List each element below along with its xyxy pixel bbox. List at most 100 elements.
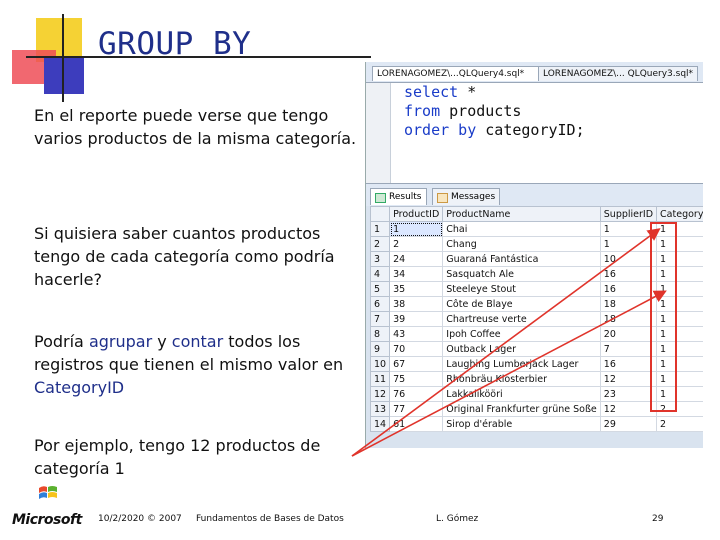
table-cell[interactable]: 16: [599, 356, 658, 372]
query-tabs-bar: LORENAGOMEZ\...QLQuery4.sql* LORENAGOMEZ…: [366, 62, 703, 83]
row-number-cell: 2: [369, 236, 391, 252]
code-text-1: *: [458, 83, 477, 101]
code-keyword-select: select: [404, 83, 459, 101]
tab-messages[interactable]: Messages: [432, 188, 501, 205]
table-cell[interactable]: Outback Lager: [442, 341, 601, 357]
grid-header-supplierid[interactable]: SupplierID: [599, 206, 658, 222]
table-cell[interactable]: 16: [599, 266, 658, 282]
table-cell[interactable]: 20: [599, 326, 658, 342]
tab-results-label: Results: [389, 192, 422, 202]
p3-text-c: y: [152, 332, 172, 351]
table-cell[interactable]: Chartreuse verte: [442, 311, 601, 327]
paragraph-2: Si quisiera saber cuantos productos teng…: [34, 224, 335, 289]
row-number-cell: 6: [369, 296, 391, 312]
table-cell[interactable]: 34: [389, 266, 444, 282]
table-cell[interactable]: Sirop d'érable: [442, 416, 601, 432]
row-number-cell: 12: [369, 386, 391, 402]
row-number-cell: 8: [369, 326, 391, 342]
row-number-cell: 14: [369, 416, 391, 432]
table-cell[interactable]: Guaraná Fantástica: [442, 251, 601, 267]
table-cell[interactable]: 39: [389, 311, 444, 327]
table-cell[interactable]: 38: [389, 296, 444, 312]
category-highlight-box: [650, 222, 677, 412]
table-cell[interactable]: Côte de Blaye: [442, 296, 601, 312]
p3-word-contar: contar: [171, 332, 224, 351]
row-number-cell: 5: [369, 281, 391, 297]
table-cell[interactable]: 10: [599, 251, 658, 267]
editor-gutter: [366, 83, 391, 183]
table-cell[interactable]: 29: [599, 416, 658, 432]
code-keyword-orderby: order by: [404, 121, 477, 139]
footer-page-number: 29: [652, 514, 664, 524]
row-number-cell: 10: [369, 356, 391, 372]
table-cell[interactable]: 76: [389, 386, 444, 402]
table-cell[interactable]: 2: [389, 236, 444, 252]
table-cell[interactable]: 1: [389, 221, 444, 237]
table-cell[interactable]: Lakkalikööri: [442, 386, 601, 402]
results-tabs-bar: Results Messages: [366, 183, 703, 206]
table-cell[interactable]: 16: [599, 281, 658, 297]
windows-flag-icon: [39, 486, 57, 499]
table-cell[interactable]: 7: [599, 341, 658, 357]
table-cell[interactable]: 75: [389, 371, 444, 387]
footer-course: Fundamentos de Bases de Datos: [196, 514, 344, 524]
table-cell[interactable]: 61: [389, 416, 444, 432]
table-cell[interactable]: 18: [599, 311, 658, 327]
row-number-cell: 1: [369, 221, 391, 237]
table-cell[interactable]: 23: [599, 386, 658, 402]
table-cell[interactable]: Chai: [442, 221, 601, 237]
grid-header-productname[interactable]: ProductName: [442, 206, 601, 222]
table-row[interactable]: 14 61 Sirop d'érable 29 2: [369, 416, 703, 432]
sql-code: select * from products order by category…: [404, 83, 585, 140]
row-number-cell: 9: [369, 341, 391, 357]
row-number-cell: 13: [369, 401, 391, 417]
table-cell[interactable]: 18: [599, 296, 658, 312]
table-cell[interactable]: 1: [599, 221, 658, 237]
table-cell[interactable]: 43: [389, 326, 444, 342]
query-editor[interactable]: select * from products order by category…: [366, 83, 703, 183]
paragraph-3: Podría agrupar y contar todos los regist…: [34, 330, 364, 399]
tab-results[interactable]: Results: [370, 188, 427, 205]
row-number-cell: 3: [369, 251, 391, 267]
decor-blue-square: [44, 58, 84, 94]
grid-header-row: ProductID ProductName SupplierID Categor…: [369, 206, 703, 222]
footer-author: L. Gómez: [436, 514, 479, 524]
table-cell[interactable]: 35: [389, 281, 444, 297]
tab-messages-label: Messages: [451, 192, 496, 202]
decor-vertical-line: [62, 14, 64, 102]
grid-header-productid[interactable]: ProductID: [389, 206, 444, 222]
table-cell[interactable]: Chang: [442, 236, 601, 252]
table-cell[interactable]: 24: [389, 251, 444, 267]
code-text-2: products: [440, 102, 522, 120]
p3-text-a: Podría: [34, 332, 89, 351]
slide-title: GROUP BY: [98, 26, 252, 62]
row-number-cell: 11: [369, 371, 391, 387]
table-cell[interactable]: 1: [599, 236, 658, 252]
query-tab-1[interactable]: LORENAGOMEZ\...QLQuery4.sql*: [372, 66, 540, 81]
query-tab-2[interactable]: LORENAGOMEZ\... QLQuery3.sql*: [538, 66, 698, 81]
footer-date: 10/2/2020 © 2007: [98, 514, 182, 524]
p3-word-categoryid: CategoryID: [34, 378, 125, 397]
message-icon: [437, 193, 448, 203]
table-cell[interactable]: 12: [599, 401, 658, 417]
table-cell[interactable]: 67: [389, 356, 444, 372]
table-cell[interactable]: 77: [389, 401, 444, 417]
table-cell[interactable]: 12: [599, 371, 658, 387]
table-cell[interactable]: Laughing Lumberjack Lager: [442, 356, 601, 372]
table-cell[interactable]: Original Frankfurter grüne Soße: [442, 401, 601, 417]
microsoft-logo: Microsoft: [12, 512, 82, 528]
code-text-3: categoryID;: [476, 121, 585, 139]
p3-word-agrupar: agrupar: [88, 332, 153, 351]
table-cell[interactable]: 2: [656, 416, 703, 432]
table-cell[interactable]: 70: [389, 341, 444, 357]
grid-header-categoryid[interactable]: CategoryID: [656, 206, 703, 222]
paragraph-1: En el reporte puede verse que tengo vari…: [34, 106, 357, 148]
paragraph-4: Por ejemplo, tengo 12 productos de categ…: [34, 436, 321, 478]
grid-header-rownum: [369, 206, 391, 222]
table-cell[interactable]: Sasquatch Ale: [442, 266, 601, 282]
code-keyword-from: from: [404, 102, 441, 120]
row-number-cell: 7: [369, 311, 391, 327]
table-cell[interactable]: Ipoh Coffee: [442, 326, 601, 342]
table-cell[interactable]: Steeleye Stout: [442, 281, 601, 297]
table-cell[interactable]: Rhönbräu Klosterbier: [442, 371, 601, 387]
